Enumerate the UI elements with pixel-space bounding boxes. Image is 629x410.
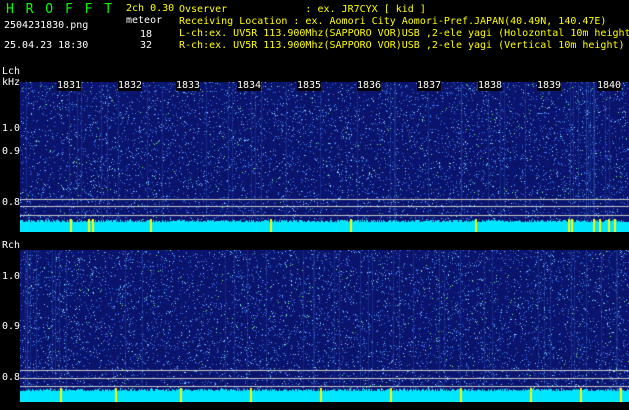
channels-label: 2ch 0.30 (126, 3, 175, 14)
filename-label: 2504231830.png (4, 20, 89, 31)
rch-ytick: 0.9 (2, 321, 21, 332)
lch-ytick: 0.9 (2, 146, 21, 157)
app-title: H R O F F T (6, 2, 115, 17)
time-tick: 1835 (297, 80, 322, 91)
rch-ytick: 1.0 (2, 271, 21, 282)
time-tick: 1840 (597, 80, 622, 91)
observer-line: Ovserver : ex. JR7CYX [ kid ] (179, 4, 426, 15)
rch-label: Rch (2, 240, 21, 251)
lch-label: Lch (2, 66, 21, 77)
time-tick: 1837 (417, 80, 442, 91)
time-tick: 1838 (478, 80, 503, 91)
time-tick: 1831 (57, 80, 82, 91)
time-tick: 1836 (357, 80, 382, 91)
time-tick: 1832 (118, 80, 143, 91)
lch-spectrogram (20, 82, 629, 232)
header-bar: H R O F F T 2ch 0.30 meteor 2504231830.p… (0, 0, 629, 64)
datetime-label: 25.04.23 18:30 (4, 40, 89, 51)
lch-ytick: 0.8 (2, 197, 21, 208)
time-axis: 1831 1832 1833 1834 1835 1836 1837 1838 … (0, 80, 629, 96)
location-line: Receiving Location : ex. Aomori City Aom… (179, 16, 607, 27)
rch-info-line: R-ch:ex. UV5R 113.900Mhz(SAPPORO VOR)USB… (179, 40, 625, 51)
time-tick: 1839 (537, 80, 562, 91)
rch-count: 32 (140, 40, 153, 51)
meteor-label: meteor (126, 15, 163, 26)
lch-info-line: L-ch:ex. UV5R 113.900Mhz(SAPPORO VOR)USB… (179, 28, 629, 39)
time-tick: 1834 (237, 80, 262, 91)
rch-spectrogram (20, 250, 629, 402)
time-tick: 1833 (176, 80, 201, 91)
lch-count: 18 (140, 29, 153, 40)
rch-ytick: 0.8 (2, 372, 21, 383)
lch-ytick: 1.0 (2, 123, 21, 134)
